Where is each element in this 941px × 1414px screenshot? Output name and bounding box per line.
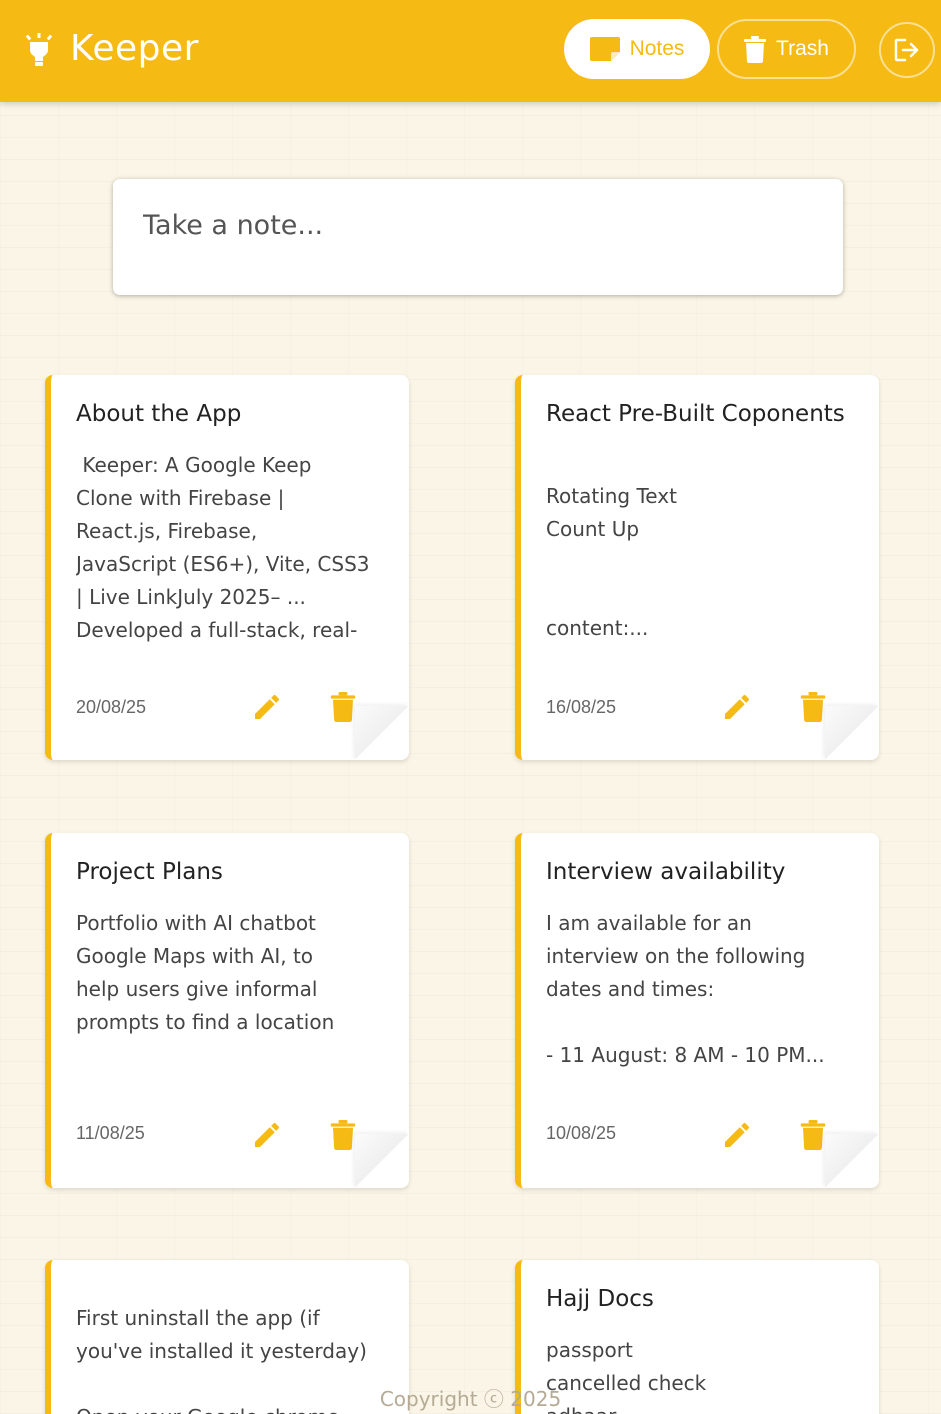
note-card[interactable]: Project Plans Portfolio with AI chatbot …: [45, 833, 409, 1188]
notes-nav-label: Notes: [629, 37, 685, 60]
page-curl-decoration: [355, 706, 409, 760]
trash-icon[interactable]: [800, 1120, 826, 1150]
trash-nav-label: Trash: [776, 37, 829, 60]
trash-icon[interactable]: [330, 1120, 356, 1150]
note-content: Portfolio with AI chatbot Google Maps wi…: [76, 911, 335, 1034]
page-curl-decoration: [825, 1134, 879, 1188]
trash-nav-button[interactable]: Trash: [717, 19, 856, 79]
trash-icon[interactable]: [330, 692, 356, 722]
note-date: 16/08/25: [546, 697, 617, 717]
note-title: Project Plans: [76, 859, 223, 885]
note-composer[interactable]: [113, 179, 843, 295]
pencil-icon[interactable]: [721, 1119, 753, 1151]
note-title-input[interactable]: [141, 201, 805, 249]
note-content: Keeper: A Google Keep Clone with Firebas…: [76, 453, 370, 642]
logout-icon: [894, 38, 919, 62]
copyright-footer: Copyright ⓒ 2025: [379, 1387, 562, 1411]
notes-nav-button[interactable]: Notes: [564, 19, 710, 79]
trash-icon[interactable]: [800, 692, 826, 722]
app-title: Keeper: [70, 28, 199, 69]
pencil-icon[interactable]: [251, 1119, 283, 1151]
pencil-icon[interactable]: [251, 691, 283, 723]
page-curl-decoration: [825, 706, 879, 760]
note-card[interactable]: React Pre-Built Coponents Rotating Text …: [515, 375, 879, 760]
page-curl-decoration: [355, 1134, 409, 1188]
note-date: 11/08/25: [76, 1123, 145, 1143]
note-date: 20/08/25: [76, 697, 147, 717]
note-title: React Pre-Built Coponents: [546, 401, 845, 427]
note-title: Interview availability: [546, 859, 786, 885]
note-card[interactable]: About the App Keeper: A Google Keep Clon…: [45, 375, 409, 760]
trash-icon: [744, 35, 767, 63]
logout-button[interactable]: [879, 22, 935, 78]
note-content: Rotating Text Count Up content:...: [546, 484, 677, 640]
pencil-icon[interactable]: [721, 691, 753, 723]
note-title: Hajj Docs: [546, 1286, 654, 1312]
note-date: 10/08/25: [546, 1123, 617, 1143]
note-title: About the App: [76, 401, 242, 427]
lightbulb-icon: [25, 33, 53, 66]
note-content: I am available for an interview on the f…: [546, 911, 825, 1067]
app-header: Keeper Notes Trash: [0, 0, 941, 102]
note-icon: [589, 37, 620, 61]
note-card[interactable]: Interview availability I am available fo…: [515, 833, 879, 1188]
